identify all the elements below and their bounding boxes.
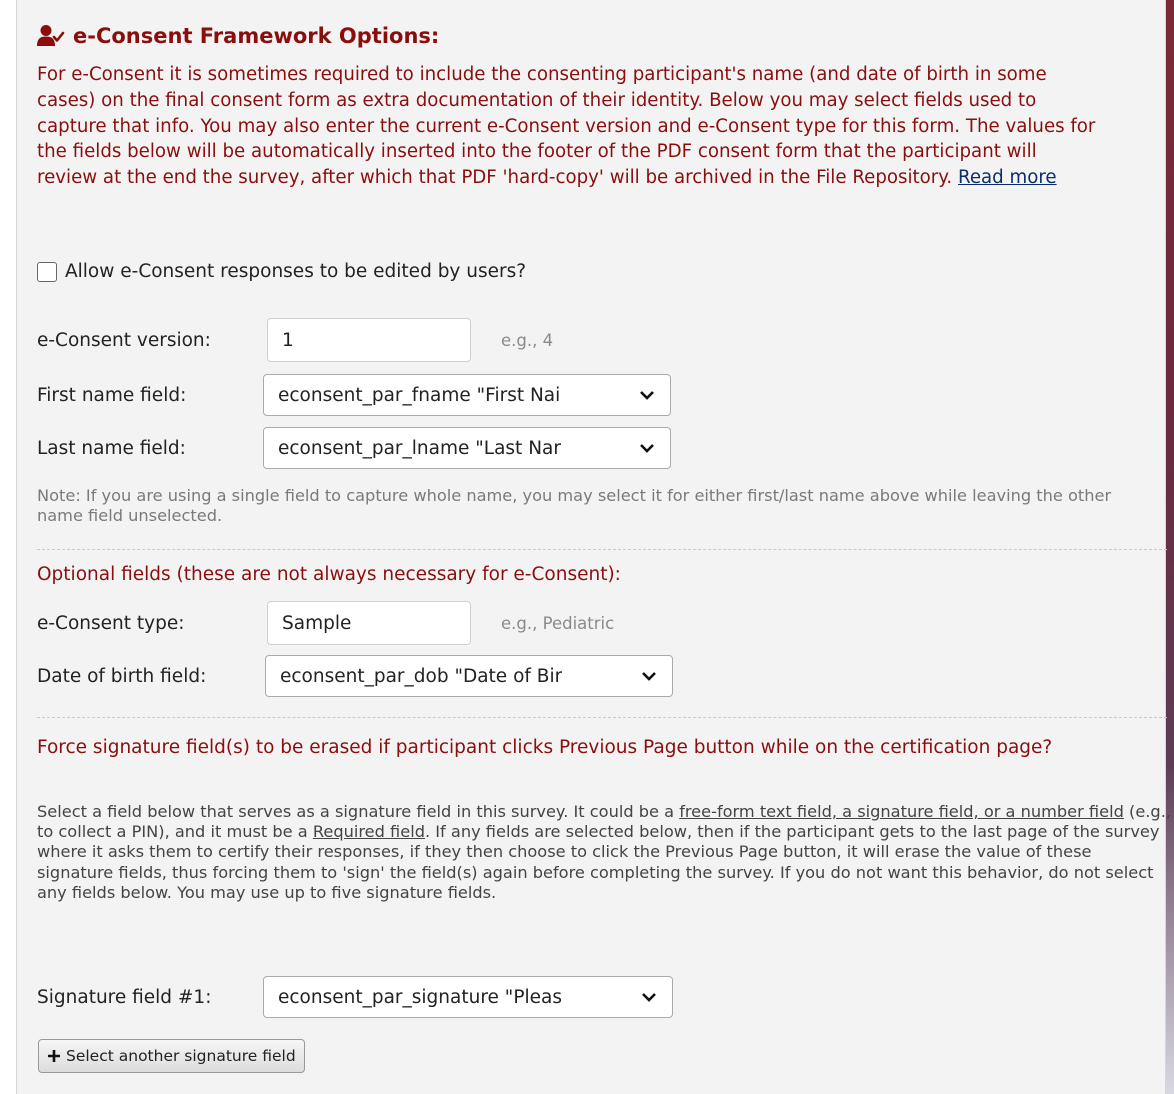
optional-heading: Optional fields (these are not always ne…	[37, 564, 621, 585]
version-input[interactable]: 1	[267, 318, 471, 362]
dob-label: Date of birth field:	[37, 665, 207, 687]
field-types-link[interactable]: free-form text field, a signature field,…	[679, 802, 1124, 821]
version-hint: e.g., 4	[501, 330, 554, 350]
plus-icon	[48, 1050, 60, 1062]
name-note: Note: If you are using a single field to…	[37, 486, 1112, 525]
intro-body: For e-Consent it is sometimes required t…	[37, 64, 1096, 189]
panel-header: e-Consent Framework Options:	[37, 24, 439, 48]
chevron-down-icon	[640, 444, 654, 453]
dob-select[interactable]: econsent_par_dob "Date of Bir	[265, 655, 673, 697]
divider	[37, 717, 1167, 718]
first-name-select[interactable]: econsent_par_fname "First Nai	[263, 374, 671, 416]
type-hint: e.g., Pediatric	[501, 613, 615, 633]
read-more-link[interactable]: Read more	[958, 167, 1057, 188]
dob-value: econsent_par_dob "Date of Bir	[280, 665, 563, 687]
signature-field-value: econsent_par_signature "Pleas	[278, 986, 562, 1008]
allow-edit-row: Allow e-Consent responses to be edited b…	[37, 261, 526, 282]
required-field-link[interactable]: Required field	[313, 822, 425, 841]
chevron-down-icon	[642, 993, 656, 1002]
type-input[interactable]: Sample	[267, 601, 471, 645]
signature-field-select[interactable]: econsent_par_signature "Pleas	[263, 976, 673, 1018]
version-label: e-Consent version:	[37, 329, 211, 351]
add-signature-field-label: Select another signature field	[66, 1047, 296, 1065]
last-name-value: econsent_par_lname "Last Nar	[278, 437, 561, 459]
chevron-down-icon	[640, 391, 654, 400]
chevron-down-icon	[642, 672, 656, 681]
dob-row: Date of birth field: econsent_par_dob "D…	[37, 655, 673, 697]
type-row: e-Consent type: Sample e.g., Pediatric	[37, 601, 614, 645]
first-name-label: First name field:	[37, 384, 187, 406]
first-name-value: econsent_par_fname "First Nai	[278, 384, 561, 406]
last-name-row: Last name field: econsent_par_lname "Las…	[37, 427, 671, 469]
type-value: Sample	[282, 612, 352, 634]
econsent-options-panel: e-Consent Framework Options: For e-Conse…	[16, 0, 1171, 1094]
version-value: 1	[282, 329, 294, 351]
signature-field-row: Signature field #1: econsent_par_signatu…	[37, 976, 673, 1018]
signature-field-label: Signature field #1:	[37, 986, 212, 1008]
allow-edit-label: Allow e-Consent responses to be edited b…	[65, 261, 527, 282]
type-label: e-Consent type:	[37, 612, 185, 634]
signature-description: Select a field below that serves as a si…	[37, 802, 1172, 903]
add-signature-field-button[interactable]: Select another signature field	[38, 1039, 305, 1073]
last-name-label: Last name field:	[37, 437, 186, 459]
last-name-select[interactable]: econsent_par_lname "Last Nar	[263, 427, 671, 469]
signature-heading: Force signature field(s) to be erased if…	[37, 737, 1053, 758]
intro-text: For e-Consent it is sometimes required t…	[37, 62, 1097, 191]
first-name-row: First name field: econsent_par_fname "Fi…	[37, 374, 671, 416]
divider	[37, 549, 1167, 550]
version-row: e-Consent version: 1 e.g., 4	[37, 318, 553, 362]
user-check-icon	[37, 24, 65, 48]
allow-edit-checkbox[interactable]	[37, 261, 57, 282]
panel-title: e-Consent Framework Options:	[73, 24, 440, 48]
signature-desc-part: Select a field below that serves as a si…	[37, 802, 680, 821]
